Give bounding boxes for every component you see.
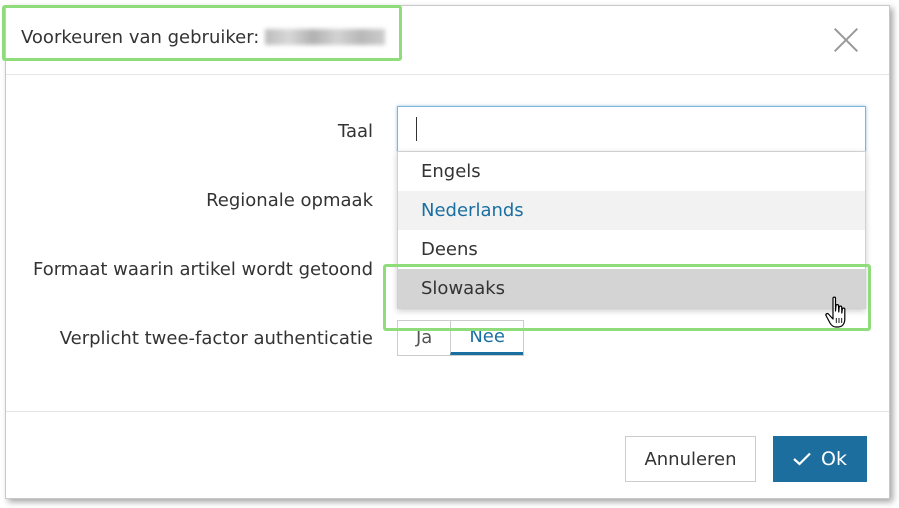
formaat-label: Formaat waarin artikel wordt getoond [32,259,373,280]
dialog-footer: Annuleren Ok [6,411,889,498]
dropdown-item-slowaaks[interactable]: Slowaaks [398,269,865,308]
taal-input[interactable] [397,106,866,152]
text-caret [416,117,417,141]
regionale-opmaak-label: Regionale opmaak [206,190,373,211]
taal-label: Taal [337,121,373,142]
twee-factor-toggle[interactable]: Ja Nee [397,320,524,356]
dropdown-item-engels[interactable]: Engels [398,152,865,191]
dropdown-item-deens[interactable]: Deens [398,230,865,269]
preferences-dialog: Voorkeuren van gebruiker: Taal Regionale… [5,5,890,499]
cancel-button[interactable]: Annuleren [625,436,756,482]
twee-factor-label: Verplicht twee-factor authenticatie [59,328,373,349]
blurred-username [265,29,386,45]
ok-label: Ok [821,448,847,470]
dialog-header: Voorkeuren van gebruiker: [6,6,889,75]
dialog-body: Taal Regionale opmaak Formaat waarin art… [6,75,889,411]
dialog-title-text: Voorkeuren van gebruiker: [21,27,260,48]
taal-dropdown: Engels Nederlands Deens Slowaaks [397,151,866,309]
toggle-option-nee[interactable]: Nee [450,321,523,355]
check-icon [793,452,811,466]
toggle-option-ja[interactable]: Ja [398,321,450,355]
dropdown-item-nederlands[interactable]: Nederlands [398,191,865,230]
close-icon[interactable] [831,24,861,54]
dialog-title: Voorkeuren van gebruiker: [21,27,386,48]
ok-button[interactable]: Ok [773,436,867,482]
screen: Voorkeuren van gebruiker: Taal Regionale… [0,0,899,508]
